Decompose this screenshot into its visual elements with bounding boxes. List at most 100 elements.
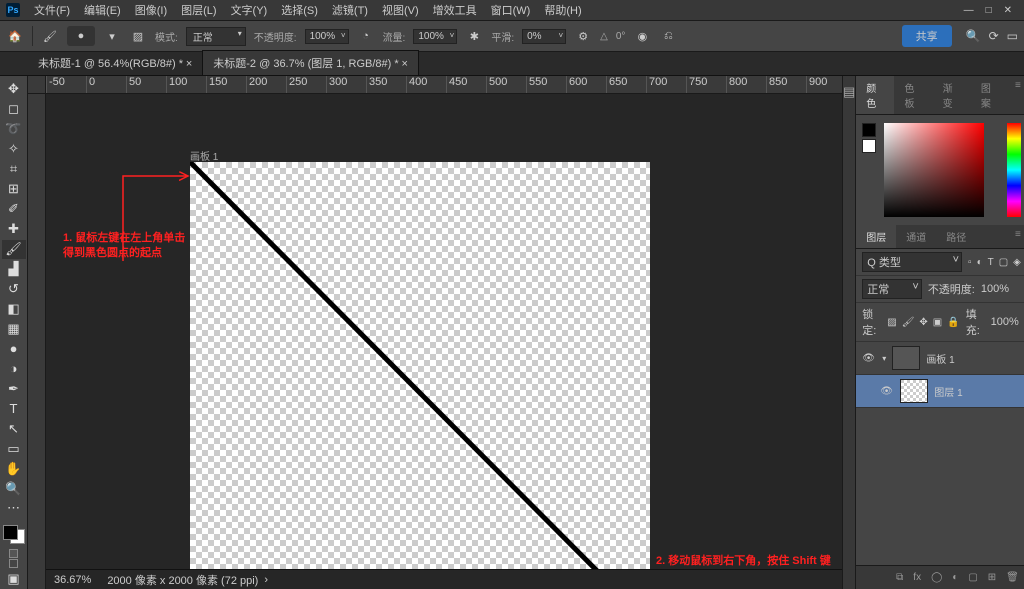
artboard-label[interactable]: 画板 1	[190, 148, 218, 163]
shape-tool[interactable]: ▭	[2, 439, 26, 458]
screen-mode[interactable]: ▣	[2, 570, 26, 589]
menu-image[interactable]: 图像(I)	[129, 0, 173, 20]
tab-paths[interactable]: 路径	[936, 225, 976, 248]
pen-tool[interactable]: ✒	[2, 379, 26, 398]
pressure-opacity-icon[interactable]: ◔	[357, 27, 375, 45]
menu-select[interactable]: 选择(S)	[275, 0, 324, 20]
link-icon[interactable]: ⧉	[896, 572, 903, 583]
workspace-icon[interactable]: ▭	[1007, 29, 1018, 43]
smooth-input[interactable]: 0%	[522, 29, 566, 44]
history-brush-tool[interactable]: ↺	[2, 280, 26, 299]
new-layer-icon[interactable]: ⊞	[988, 572, 996, 583]
tab-swatches[interactable]: 色板	[894, 76, 932, 114]
trash-icon[interactable]: 🗑	[1006, 572, 1019, 583]
panel-menu-icon[interactable]: ≡	[1009, 225, 1024, 248]
minimize-icon[interactable]: —	[964, 5, 974, 16]
maximize-icon[interactable]: □	[986, 5, 992, 16]
menu-view[interactable]: 视图(V)	[376, 0, 425, 20]
flow-input[interactable]: 100%	[413, 29, 457, 44]
tab-close-icon[interactable]: ×	[401, 58, 407, 70]
artboard[interactable]	[190, 162, 650, 589]
gradient-tool[interactable]: ▦	[2, 319, 26, 338]
search-icon[interactable]: 🔍	[966, 29, 981, 43]
layer-name[interactable]: 画板 1	[926, 351, 954, 366]
brush-preset-icon[interactable]: ●	[67, 26, 95, 46]
crop-tool[interactable]: ⌗	[2, 160, 26, 179]
marquee-tool[interactable]: ◻	[2, 100, 26, 119]
path-tool[interactable]: ↖	[2, 419, 26, 438]
fill-input[interactable]: 100%	[991, 316, 1021, 328]
hue-slider[interactable]	[1007, 123, 1021, 217]
fg-bg-swatches[interactable]	[862, 123, 876, 153]
type-tool[interactable]: T	[2, 399, 26, 418]
hand-tool[interactable]: ✋	[2, 459, 26, 478]
status-chevron-icon[interactable]: ›	[264, 574, 268, 586]
chevron-down-icon[interactable]: ▾	[882, 354, 886, 363]
smooth-settings-icon[interactable]: ⚙	[574, 27, 592, 45]
tab-close-icon[interactable]: ×	[186, 58, 192, 70]
lock-pixels-icon[interactable]: 🖌	[902, 317, 915, 328]
dodge-tool[interactable]: ◑	[2, 359, 26, 378]
menu-filter[interactable]: 滤镜(T)	[326, 0, 374, 20]
color-picker[interactable]	[884, 123, 984, 217]
pressure-size-icon[interactable]: ◉	[633, 27, 651, 45]
filter-shape-icon[interactable]: ▢	[999, 257, 1008, 268]
menu-type[interactable]: 文字(Y)	[225, 0, 274, 20]
lock-all-icon[interactable]: 🔒	[947, 317, 959, 328]
group-icon[interactable]: ▢	[968, 572, 977, 583]
filter-pixel-icon[interactable]: ▫	[968, 257, 972, 268]
adjustment-icon[interactable]: ◐	[952, 572, 958, 583]
opacity-input[interactable]: 100%	[305, 29, 349, 44]
tab-color[interactable]: 颜色	[856, 76, 894, 114]
blend-mode-dropdown[interactable]: 正常	[862, 279, 922, 299]
lock-artboard-icon[interactable]: ▣	[933, 317, 942, 328]
symmetry-icon[interactable]: ⎌	[659, 27, 677, 45]
blend-mode-dropdown[interactable]: 正常	[186, 27, 246, 46]
quick-mask[interactable]	[8, 548, 19, 569]
home-icon[interactable]: 🏠	[6, 27, 24, 45]
share-button[interactable]: 共享	[902, 25, 952, 47]
stamp-tool[interactable]: ▟	[2, 260, 26, 279]
history-icon[interactable]: ⟳	[989, 29, 999, 43]
brush-settings-icon[interactable]: ▾	[103, 27, 121, 45]
close-icon[interactable]: ✕	[1004, 5, 1012, 16]
color-swatch[interactable]	[3, 525, 25, 544]
menu-file[interactable]: 文件(F)	[28, 0, 76, 20]
doc-tab-1[interactable]: 未标题-1 @ 56.4%(RGB/8#) * ×	[28, 51, 202, 75]
lasso-tool[interactable]: ➰	[2, 120, 26, 139]
menu-edit[interactable]: 编辑(E)	[78, 0, 127, 20]
frame-tool[interactable]: ⊞	[2, 180, 26, 199]
zoom-level[interactable]: 36.67%	[54, 574, 91, 586]
mask-icon[interactable]: ◯	[931, 572, 942, 583]
filter-type-icon[interactable]: T	[988, 257, 994, 268]
layer-name[interactable]: 图层 1	[934, 384, 962, 399]
visibility-icon[interactable]: 👁	[880, 386, 894, 397]
tab-gradient[interactable]: 渐变	[933, 76, 971, 114]
layer-artboard[interactable]: 👁 ▾ 画板 1	[856, 342, 1024, 375]
panel-menu-icon[interactable]: ≡	[1009, 76, 1024, 114]
brush-toggle-icon[interactable]: ▨	[129, 27, 147, 45]
filter-adjust-icon[interactable]: ◐	[977, 257, 983, 268]
visibility-icon[interactable]: 👁	[862, 353, 876, 364]
tab-patterns[interactable]: 图案	[971, 76, 1009, 114]
panel-icon[interactable]: ▤	[843, 84, 855, 100]
edit-toolbar[interactable]: ⋯	[2, 499, 26, 518]
airbrush-icon[interactable]: ✱	[465, 27, 483, 45]
eraser-tool[interactable]: ◧	[2, 299, 26, 318]
wand-tool[interactable]: ✧	[2, 140, 26, 159]
canvas-area[interactable]: -500501001502002503003504004505005506006…	[28, 76, 842, 589]
lock-transparent-icon[interactable]: ▨	[887, 317, 896, 328]
layer-opacity-input[interactable]: 100%	[981, 283, 1021, 295]
menu-plugins[interactable]: 增效工具	[427, 0, 483, 20]
lock-position-icon[interactable]: ✥	[919, 317, 927, 328]
layer-item[interactable]: 👁 图层 1	[856, 375, 1024, 408]
layer-filter-dropdown[interactable]: Q 类型	[862, 252, 962, 272]
angle-value[interactable]: 0°	[616, 31, 626, 42]
zoom-tool[interactable]: 🔍	[2, 479, 26, 498]
menu-help[interactable]: 帮助(H)	[538, 0, 587, 20]
blur-tool[interactable]: ●	[2, 339, 26, 358]
filter-smart-icon[interactable]: ◈	[1013, 257, 1021, 268]
tab-channels[interactable]: 通道	[896, 225, 936, 248]
menu-layer[interactable]: 图层(L)	[175, 0, 222, 20]
doc-dimensions[interactable]: 2000 像素 x 2000 像素 (72 ppi)	[107, 572, 258, 588]
